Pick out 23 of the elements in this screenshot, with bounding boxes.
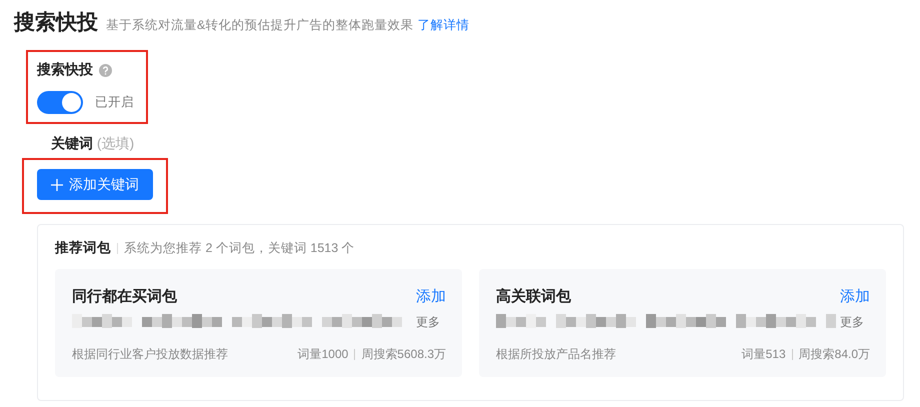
word-count: 词量1000	[298, 346, 348, 363]
toggle-switch[interactable]	[37, 91, 83, 114]
add-link[interactable]: 添加	[840, 287, 870, 306]
page-description: 基于系统对流量&转化的预估提升广告的整体跑量效果	[106, 17, 414, 34]
weekly-search: 周搜索84.0万	[798, 346, 870, 363]
add-keyword-button[interactable]: 添加关键词	[37, 169, 153, 200]
more-link[interactable]: 更多	[840, 314, 864, 330]
plus-icon	[51, 178, 63, 190]
panel-summary: 系统为您推荐 2 个词包，关键词 1513 个	[124, 240, 355, 256]
pack-source: 根据同行业客户投放数据推荐	[72, 346, 228, 363]
field-label: 关键词 (选填)	[51, 135, 136, 153]
weekly-search: 周搜索5608.3万	[361, 346, 446, 363]
learn-more-link[interactable]: 了解详情	[417, 17, 470, 34]
field-label: 搜索快投	[37, 61, 93, 79]
switch-status: 已开启	[95, 94, 134, 111]
pack-title: 同行都在买词包	[72, 287, 177, 306]
page-title: 搜索快投	[14, 10, 98, 36]
pack-title: 高关联词包	[496, 287, 571, 306]
panel-title: 推荐词包	[55, 239, 111, 257]
word-count: 词量513	[742, 346, 786, 363]
pack-source: 根据所投放产品名推荐	[496, 346, 616, 363]
add-link[interactable]: 添加	[416, 287, 446, 306]
more-link[interactable]: 更多	[416, 314, 440, 330]
